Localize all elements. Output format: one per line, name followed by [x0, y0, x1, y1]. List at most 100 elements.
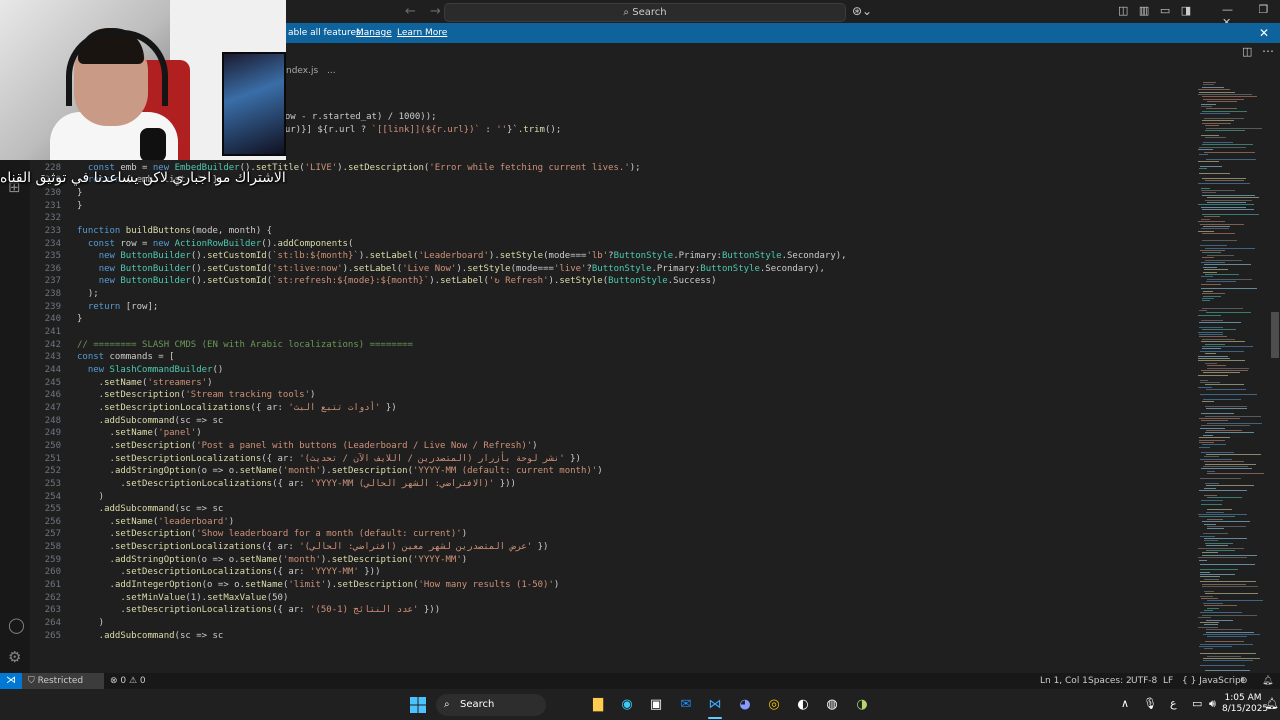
code-line[interactable]: 231}: [30, 200, 83, 213]
code-line[interactable]: 251 .setDescriptionLocalizations({ ar: '…: [30, 453, 581, 466]
breadcrumb-more[interactable]: ...: [327, 66, 336, 76]
remote-indicator-icon[interactable]: ⋊: [0, 673, 22, 689]
code-line[interactable]: 244 new SlashCommandBuilder(): [30, 364, 224, 377]
code-line[interactable]: 258 .setDescriptionLocalizations({ ar: '…: [30, 541, 549, 554]
language-mode[interactable]: { } JavaScript: [1182, 673, 1244, 689]
minimap-line: [1199, 418, 1240, 419]
code-line[interactable]: 260 .setDescriptionLocalizations({ ar: '…: [30, 566, 381, 579]
copilot-status-icon[interactable]: ⊛: [1240, 673, 1248, 689]
code-line[interactable]: 259 .addStringOption(o => o.setName('mon…: [30, 554, 467, 567]
manage-link[interactable]: Manage: [356, 23, 392, 43]
vscode-taskbar-icon[interactable]: ⋈: [705, 695, 725, 715]
minimize-icon[interactable]: —: [1222, 3, 1233, 16]
taskbar-clock[interactable]: 1:05 AM 8/15/2025: [1222, 693, 1268, 715]
cursor-position[interactable]: Ln 1, Col 1: [1040, 673, 1088, 689]
code-line[interactable]: 255 .addSubcommand(sc => sc: [30, 503, 224, 516]
outlook-icon[interactable]: ✉: [676, 695, 696, 715]
code-line[interactable]: 262 .setMinValue(1).setMaxValue(50): [30, 592, 289, 605]
code-line[interactable]: 242 // ======== SLASH CMDS (EN with Arabi…: [30, 339, 413, 352]
code-line[interactable]: 237 new ButtonBuilder().setCustomId(`st:…: [30, 275, 717, 288]
taskbar-search[interactable]: ⌕ Search: [436, 694, 546, 716]
code-line[interactable]: 245 .setName('streamers'): [30, 377, 213, 390]
chrome-icon[interactable]: ◎: [764, 695, 784, 715]
code-line[interactable]: 264 ): [30, 617, 104, 630]
code-line[interactable]: 254 ): [30, 491, 104, 504]
tray-chevron-icon[interactable]: ∧: [1121, 697, 1129, 710]
minimap-line: [1202, 348, 1221, 350]
manage-gear-icon[interactable]: ⚙: [8, 648, 21, 666]
toggle-sidebar-icon[interactable]: ◫: [1118, 4, 1128, 17]
app-icon[interactable]: ◍: [822, 695, 842, 715]
back-arrow-icon[interactable]: ←: [405, 4, 416, 19]
code-text: .addIntegerOption(o => o.setName('limit'…: [77, 580, 560, 591]
code-line[interactable]: 233 function buildButtons(mode, month) {: [30, 225, 272, 238]
edge-browser-icon[interactable]: ◉: [617, 695, 637, 715]
restore-icon[interactable]: ❐: [1259, 3, 1269, 16]
minimap-line: [1203, 602, 1223, 604]
toggle-primary-sidebar-icon[interactable]: ▥: [1139, 4, 1149, 17]
copilot-icon[interactable]: ⊛⌄: [852, 4, 872, 18]
eol-status[interactable]: LF: [1163, 673, 1173, 689]
github-desktop-icon[interactable]: ◐: [793, 695, 813, 715]
volume-icon[interactable]: 🔊︎: [1209, 697, 1216, 711]
network-monitor-icon[interactable]: ▭: [1192, 697, 1202, 710]
indentation-status[interactable]: Spaces: 2: [1088, 673, 1132, 689]
line-number: 235: [44, 251, 61, 262]
code-line[interactable]: 243 const commands = [: [30, 351, 175, 364]
breadcrumb-file[interactable]: ndex.js: [286, 66, 318, 76]
code-line[interactable]: 238 );: [30, 288, 99, 301]
forward-arrow-icon[interactable]: →: [430, 4, 441, 19]
minimap-line: [1206, 545, 1228, 547]
code-line[interactable]: 257 .setDescription('Show leaderboard fo…: [30, 528, 467, 541]
toggle-panel-icon[interactable]: ▭: [1160, 4, 1170, 17]
code-line[interactable]: 239 return [row];: [30, 301, 159, 314]
split-editor-icon[interactable]: ◫: [1242, 45, 1252, 58]
microsoft-store-icon[interactable]: ▣: [646, 695, 666, 715]
line-number: 246: [44, 390, 61, 401]
banner-close-icon[interactable]: ✕: [1259, 23, 1269, 43]
minimap-line: [1201, 276, 1213, 278]
minimap[interactable]: [1194, 80, 1268, 673]
minimap-line: [1200, 574, 1235, 575]
command-center-search[interactable]: ⌕ Search: [444, 3, 846, 22]
line-number: 232: [44, 213, 61, 224]
line-number: 257: [44, 529, 61, 540]
toggle-secondary-sidebar-icon[interactable]: ◨: [1181, 4, 1191, 17]
minimap-line: [1203, 84, 1214, 86]
learn-more-link[interactable]: Learn More: [397, 23, 447, 43]
code-line[interactable]: 248 .addSubcommand(sc => sc: [30, 415, 224, 428]
code-line[interactable]: 250 .setDescription('Post a panel with b…: [30, 440, 538, 453]
notifications-bell-icon[interactable]: 🔔︎: [1262, 673, 1273, 689]
code-line[interactable]: 240}: [30, 313, 83, 326]
accounts-icon[interactable]: ◯: [8, 616, 25, 634]
start-windows-icon[interactable]: [408, 695, 428, 715]
code-line[interactable]: 256 .setName('leaderboard'): [30, 516, 234, 529]
code-line[interactable]: 246 .setDescription('Stream tracking too…: [30, 389, 316, 402]
code-line[interactable]: 247 .setDescriptionLocalizations({ ar: '…: [30, 402, 397, 415]
minimap-line: [1199, 437, 1230, 439]
code-line[interactable]: 235 new ButtonBuilder().setCustomId(`st:…: [30, 250, 847, 263]
code-line[interactable]: 236 new ButtonBuilder().setCustomId('st:…: [30, 263, 825, 276]
code-line[interactable]: 263 .setDescriptionLocalizations({ ar: '…: [30, 604, 440, 617]
microphone-tray-icon[interactable]: 🎙︎: [1143, 697, 1157, 710]
discord-icon[interactable]: ◕: [735, 695, 755, 715]
app-icon-2[interactable]: ◑: [852, 695, 872, 715]
problems-status[interactable]: ⊗ 0 ⚠ 0: [110, 673, 146, 689]
code-text: const row = new ActionRowBuilder().addCo…: [87, 238, 354, 249]
minimap-line: [1200, 665, 1245, 667]
code-line[interactable]: 241: [30, 326, 77, 339]
encoding-status[interactable]: UTF-8: [1131, 673, 1157, 689]
restricted-mode-status[interactable]: ⛉ Restricted Mode: [22, 673, 104, 702]
code-line[interactable]: 232: [30, 212, 77, 225]
code-line[interactable]: 253 .setDescriptionLocalizations({ ar: '…: [30, 478, 516, 491]
notifications-icon[interactable]: 🔔︎: [1265, 697, 1279, 710]
code-line[interactable]: 249 .setName('panel'): [30, 427, 202, 440]
file-explorer-icon[interactable]: ▇: [588, 695, 608, 715]
code-line[interactable]: 265 .addSubcommand(sc => sc: [30, 630, 224, 643]
more-actions-icon[interactable]: ⋯: [1262, 44, 1274, 58]
editor-scrollbar[interactable]: [1271, 312, 1279, 358]
code-line[interactable]: 234 const row = new ActionRowBuilder().a…: [30, 238, 354, 251]
input-language-indicator[interactable]: ع: [1170, 697, 1177, 710]
code-line[interactable]: 261 .addIntegerOption(o => o.setName('li…: [30, 579, 560, 592]
code-line[interactable]: 252 .addStringOption(o => o.setName('mon…: [30, 465, 603, 478]
